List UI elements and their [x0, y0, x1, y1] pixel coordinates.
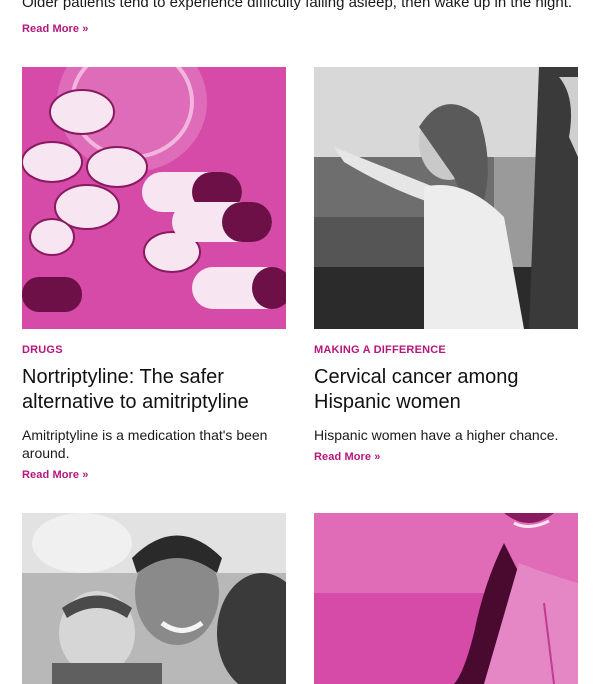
article-title[interactable]: Cervical cancer among Hispanic women — [314, 365, 578, 415]
read-more-link[interactable]: Read More » — [22, 469, 89, 481]
pills-bottle-image[interactable] — [22, 67, 286, 329]
article-excerpt: Hispanic women have a higher chance. — [314, 427, 559, 443]
article-title[interactable]: Nortriptyline: The safer alternative to … — [22, 365, 286, 415]
read-more-link[interactable]: Read More » — [22, 23, 89, 35]
read-more-link[interactable]: Read More » — [314, 451, 381, 463]
woman-pointing-car-window-image[interactable] — [314, 67, 578, 329]
father-with-baby-image[interactable] — [22, 513, 286, 684]
category-label[interactable]: DRUGS — [22, 344, 63, 356]
article-excerpt: Older patients tend to experience diffic… — [22, 0, 573, 11]
article-excerpt: Amitriptyline is a medication that's bee… — [22, 427, 268, 461]
category-label[interactable]: MAKING A DIFFERENCE — [314, 344, 446, 356]
nurse-smiling-image[interactable] — [314, 513, 578, 684]
